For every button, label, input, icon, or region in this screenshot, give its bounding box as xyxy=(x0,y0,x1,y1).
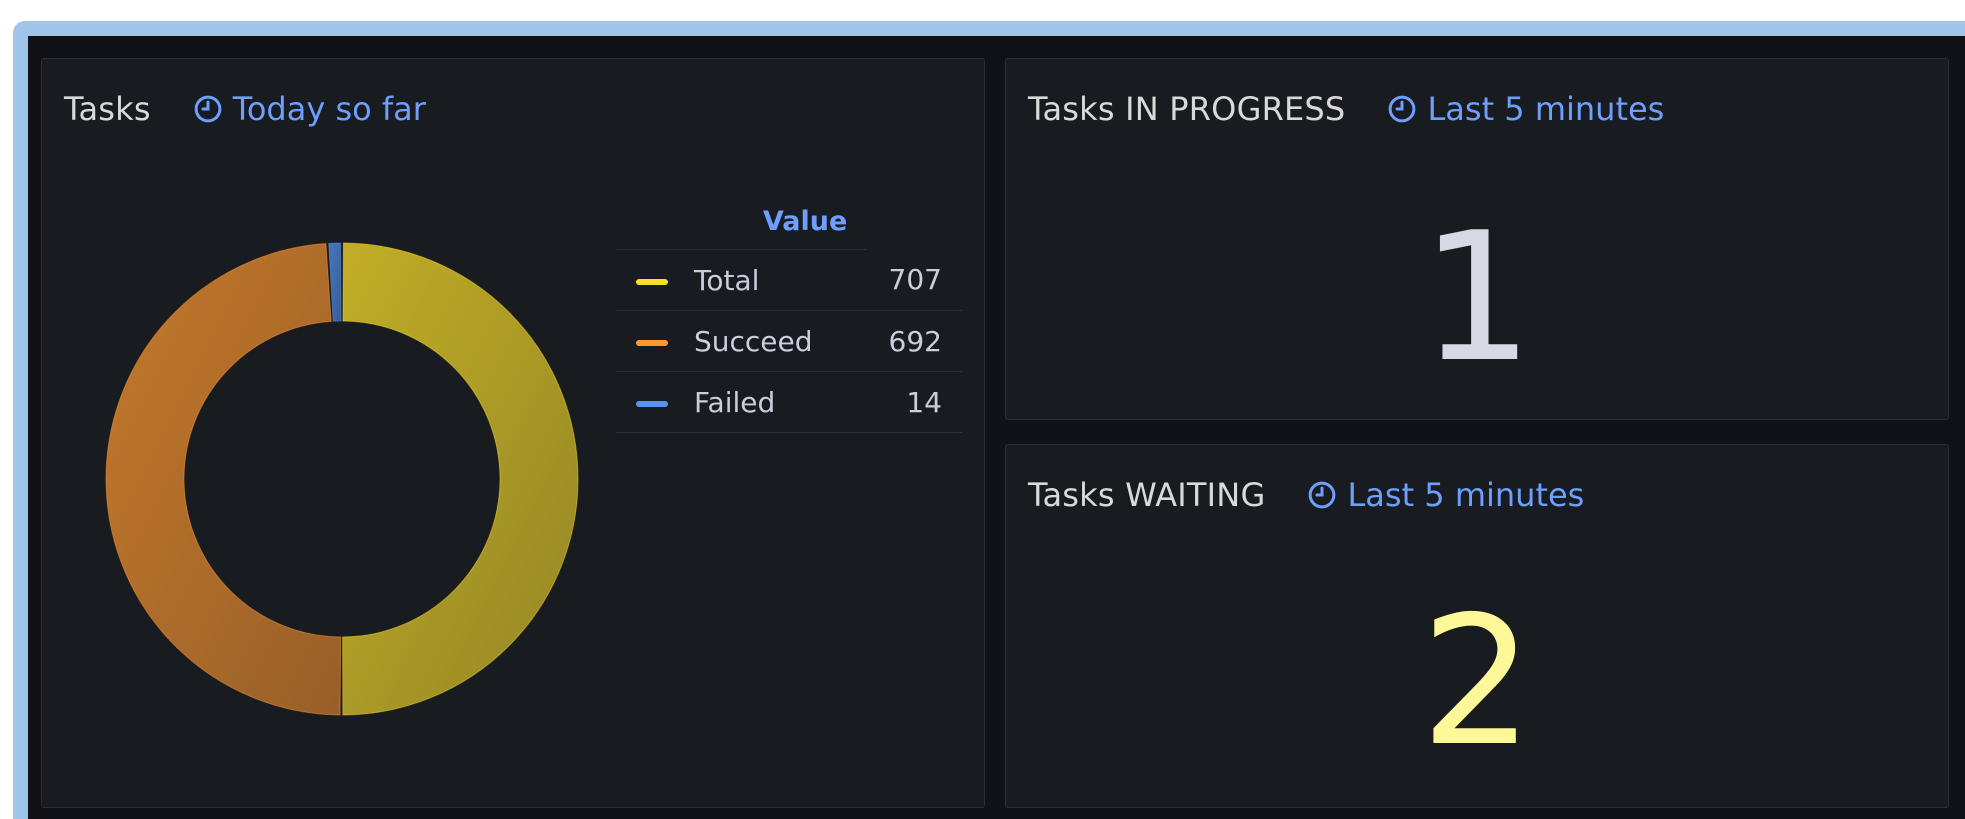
clock-icon xyxy=(194,95,222,123)
donut-slice-total[interactable] xyxy=(342,242,579,716)
panel-tasks-waiting[interactable]: Tasks WAITING Last 5 minutes 2 xyxy=(1005,444,1949,808)
donut-slice-succeed[interactable] xyxy=(105,243,342,716)
legend-body: Total 707 Succeed 692 Failed 14 xyxy=(616,249,962,433)
legend-header-row: Value xyxy=(616,193,962,250)
panel-tasks-in-progress[interactable]: Tasks IN PROGRESS Last 5 minutes 1 xyxy=(1005,58,1949,420)
panel-title: Tasks xyxy=(64,90,151,128)
legend-value: 14 xyxy=(867,371,962,433)
time-range-info[interactable]: Last 5 minutes xyxy=(1307,476,1584,514)
legend-label: Succeed xyxy=(616,310,868,372)
panel-title: Tasks WAITING xyxy=(1028,476,1266,514)
stat-value: 1 xyxy=(1420,194,1534,401)
legend-label-text: Succeed xyxy=(694,324,813,358)
legend-label: Total xyxy=(616,249,868,311)
donut-chart xyxy=(105,242,579,716)
time-range-text: Last 5 minutes xyxy=(1347,476,1585,514)
legend-value-header[interactable]: Value xyxy=(616,193,868,250)
legend-value: 707 xyxy=(867,249,962,311)
panel-title: Tasks IN PROGRESS xyxy=(1028,90,1346,128)
legend-swatch xyxy=(636,400,668,407)
legend-value: 692 xyxy=(867,310,962,372)
legend-label: Failed xyxy=(616,371,868,433)
legend-swatch xyxy=(636,278,668,285)
chart-legend: Value Total 707 Succeed 692 Failed 14 xyxy=(616,193,962,433)
clock-icon xyxy=(1309,481,1336,509)
dashboard: Tasks Today so far Value Total 707 Succeed… xyxy=(28,36,1965,819)
time-range-text: Today so far xyxy=(232,90,426,128)
legend-label-text: Failed xyxy=(694,385,776,419)
screenshot-frame: Tasks Today so far Value Total 707 Succeed… xyxy=(0,0,1965,819)
legend-item[interactable]: Total 707 xyxy=(616,249,962,311)
legend-swatch xyxy=(636,339,668,346)
panel-header: Tasks WAITING Last 5 minutes xyxy=(1028,473,1584,517)
time-range-info[interactable]: Today so far xyxy=(193,90,426,128)
time-range-info[interactable]: Last 5 minutes xyxy=(1387,90,1664,128)
stat-value: 2 xyxy=(1420,578,1534,785)
legend-item[interactable]: Succeed 692 xyxy=(616,310,962,372)
legend-item[interactable]: Failed 14 xyxy=(616,371,962,433)
panel-header: Tasks Today so far xyxy=(64,87,426,131)
legend-label-text: Total xyxy=(694,263,760,297)
clock-icon xyxy=(1389,95,1416,123)
panel-header: Tasks IN PROGRESS Last 5 minutes xyxy=(1028,87,1664,131)
panel-tasks[interactable]: Tasks Today so far Value Total 707 Succeed… xyxy=(41,58,985,808)
time-range-text: Last 5 minutes xyxy=(1427,90,1665,128)
